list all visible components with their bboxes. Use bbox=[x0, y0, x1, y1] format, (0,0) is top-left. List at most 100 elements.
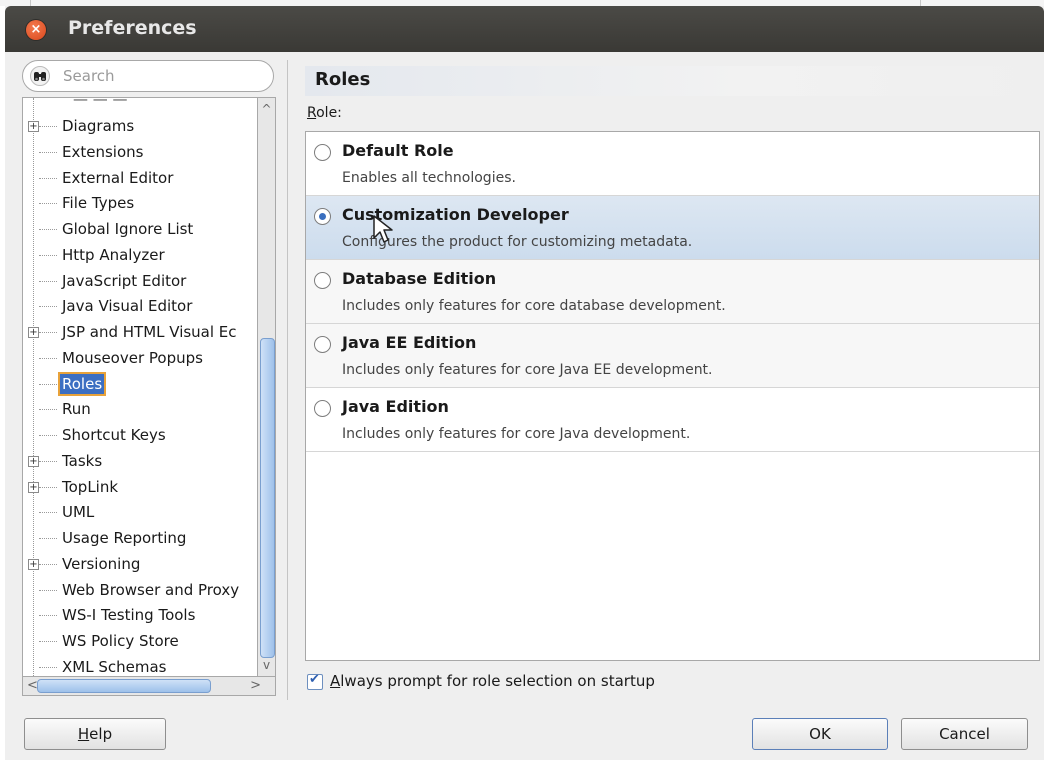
tree-item-label: Global Ignore List bbox=[62, 220, 194, 238]
tree-item[interactable]: File Types bbox=[23, 191, 260, 215]
tree-item-label: Web Browser and Proxy bbox=[62, 580, 240, 599]
tree-item[interactable]: Usage Reporting bbox=[23, 526, 260, 550]
tree-item-label: Shortcut Keys bbox=[62, 426, 166, 444]
panel-header: Roles bbox=[305, 66, 1038, 96]
role-radio[interactable] bbox=[314, 336, 331, 353]
tree-connector bbox=[39, 280, 57, 283]
role-option-java-edition[interactable]: Java Edition Includes only features for … bbox=[306, 388, 1039, 452]
tree-item[interactable]: UML bbox=[23, 500, 260, 524]
role-description: Includes only features for core Java EE … bbox=[342, 362, 713, 378]
always-prompt-label[interactable]: Always prompt for role selection on star… bbox=[330, 672, 655, 690]
tree-item-label: Mouseover Popups bbox=[62, 348, 203, 367]
role-title: Java Edition bbox=[342, 397, 449, 416]
tree-connector bbox=[39, 203, 57, 205]
tree-item[interactable]: Shortcut Keys bbox=[23, 423, 260, 447]
role-title: Default Role bbox=[342, 141, 454, 160]
tree-item-label: Diagrams bbox=[62, 117, 135, 135]
tree-connector bbox=[39, 666, 57, 669]
scroll-down-arrow-icon[interactable]: v bbox=[258, 658, 275, 672]
role-radio[interactable] bbox=[314, 208, 331, 225]
tree-connector bbox=[39, 126, 57, 128]
role-description: Enables all technologies. bbox=[342, 170, 516, 186]
tree-item[interactable]: WS-I Testing Tools bbox=[23, 603, 260, 627]
expand-icon[interactable]: + bbox=[28, 455, 39, 467]
role-option-java-ee-edition[interactable]: Java EE Edition Includes only features f… bbox=[306, 324, 1039, 388]
tree-horizontal-scrollbar[interactable]: < > bbox=[22, 676, 276, 696]
roles-list: Default Role Enables all technologies. C… bbox=[305, 131, 1040, 661]
tree-item-label: Extensions bbox=[62, 142, 144, 161]
tree-item[interactable]: Global Ignore List bbox=[23, 217, 260, 241]
tree-item[interactable]: + TopLink bbox=[23, 475, 260, 499]
split-divider[interactable] bbox=[287, 60, 288, 700]
tree-connector bbox=[39, 177, 57, 180]
expand-icon[interactable]: + bbox=[28, 121, 39, 132]
help-label: elp bbox=[89, 725, 113, 743]
tree-item[interactable]: + Versioning bbox=[23, 552, 260, 576]
role-option-customization-developer[interactable]: Customization Developer Configures the p… bbox=[306, 196, 1039, 260]
tree-item-label: Run bbox=[62, 400, 91, 419]
tree-connector bbox=[39, 383, 57, 386]
role-radio[interactable] bbox=[314, 272, 331, 289]
role-label-text: ole: bbox=[316, 105, 342, 121]
tree-item-label: Http Analyzer bbox=[62, 245, 165, 264]
role-description: Includes only features for core database… bbox=[342, 298, 726, 314]
title-bar: × Preferences bbox=[5, 6, 1044, 52]
tree-item[interactable]: Web Browser and Proxy bbox=[23, 578, 260, 602]
tree-item[interactable]: Mouseover Popups bbox=[23, 346, 260, 370]
tree-item[interactable]: WS Policy Store bbox=[23, 629, 260, 653]
vertical-scroll-thumb[interactable] bbox=[260, 338, 275, 658]
tree-connector bbox=[39, 357, 57, 360]
expand-icon[interactable]: + bbox=[28, 481, 39, 493]
tree-item[interactable]: Extensions bbox=[23, 140, 260, 164]
always-prompt-mnemonic: A bbox=[330, 672, 341, 690]
role-label-mnemonic: R bbox=[307, 105, 317, 121]
tree-item[interactable]: XML Schemas bbox=[23, 655, 260, 676]
tree-connector bbox=[39, 538, 57, 540]
cancel-button[interactable]: Cancel bbox=[901, 718, 1028, 750]
horizontal-scroll-thumb[interactable] bbox=[37, 679, 211, 693]
tree-item[interactable]: External Editor bbox=[23, 166, 260, 190]
role-radio[interactable] bbox=[314, 400, 331, 417]
mouse-pointer-icon bbox=[373, 215, 393, 243]
help-mnemonic: H bbox=[77, 725, 90, 743]
tree-item[interactable]: + Diagrams bbox=[23, 114, 260, 138]
tree-connector bbox=[39, 229, 57, 231]
role-option-database-edition[interactable]: Database Edition Includes only features … bbox=[306, 260, 1039, 324]
role-field-label: Role: bbox=[307, 105, 342, 121]
help-button[interactable]: Help bbox=[24, 718, 166, 750]
tree-item-label: Usage Reporting bbox=[62, 529, 187, 547]
tree-item-label: JavaScript Editor bbox=[62, 271, 187, 290]
expand-icon[interactable]: + bbox=[28, 327, 39, 338]
tree-item[interactable]: Http Analyzer bbox=[23, 243, 260, 267]
expand-icon[interactable]: + bbox=[28, 558, 39, 570]
tree-connector bbox=[39, 254, 57, 257]
tree-item-label: XML Schemas bbox=[62, 657, 167, 676]
role-description: Includes only features for core Java dev… bbox=[342, 426, 691, 442]
preferences-tree: — — — + Diagrams Extensions External Editor… bbox=[22, 97, 260, 677]
tree-connector bbox=[39, 435, 57, 437]
tree-item-label: Tasks bbox=[62, 451, 103, 470]
tree-item[interactable]: Java Visual Editor bbox=[23, 294, 260, 318]
tree-item-label: UML bbox=[62, 503, 95, 522]
ok-button[interactable]: OK bbox=[752, 718, 888, 750]
scroll-right-arrow-icon[interactable]: > bbox=[250, 677, 261, 695]
tree-vertical-scrollbar[interactable]: ^ v bbox=[257, 97, 276, 677]
tree-item[interactable]: + JSP and HTML Visual Ec bbox=[23, 320, 260, 344]
role-option-default[interactable]: Default Role Enables all technologies. bbox=[306, 132, 1039, 196]
tree-connector bbox=[39, 409, 57, 411]
window-title: Preferences bbox=[68, 17, 197, 39]
tree-item[interactable]: Run bbox=[23, 397, 260, 421]
scroll-up-arrow-icon[interactable]: ^ bbox=[258, 102, 275, 116]
always-prompt-checkbox[interactable] bbox=[307, 672, 323, 690]
close-button[interactable]: × bbox=[26, 20, 46, 40]
tree-item[interactable]: JavaScript Editor bbox=[23, 269, 260, 293]
role-radio[interactable] bbox=[314, 144, 331, 161]
tree-item-label: WS-I Testing Tools bbox=[62, 606, 196, 625]
tree-connector bbox=[39, 486, 57, 489]
search-input[interactable] bbox=[61, 65, 265, 87]
tree-connector bbox=[39, 332, 57, 334]
tree-connector bbox=[39, 151, 57, 154]
tree-item[interactable]: Roles bbox=[23, 371, 260, 396]
search-field[interactable] bbox=[22, 60, 274, 92]
tree-item[interactable]: + Tasks bbox=[23, 449, 260, 473]
